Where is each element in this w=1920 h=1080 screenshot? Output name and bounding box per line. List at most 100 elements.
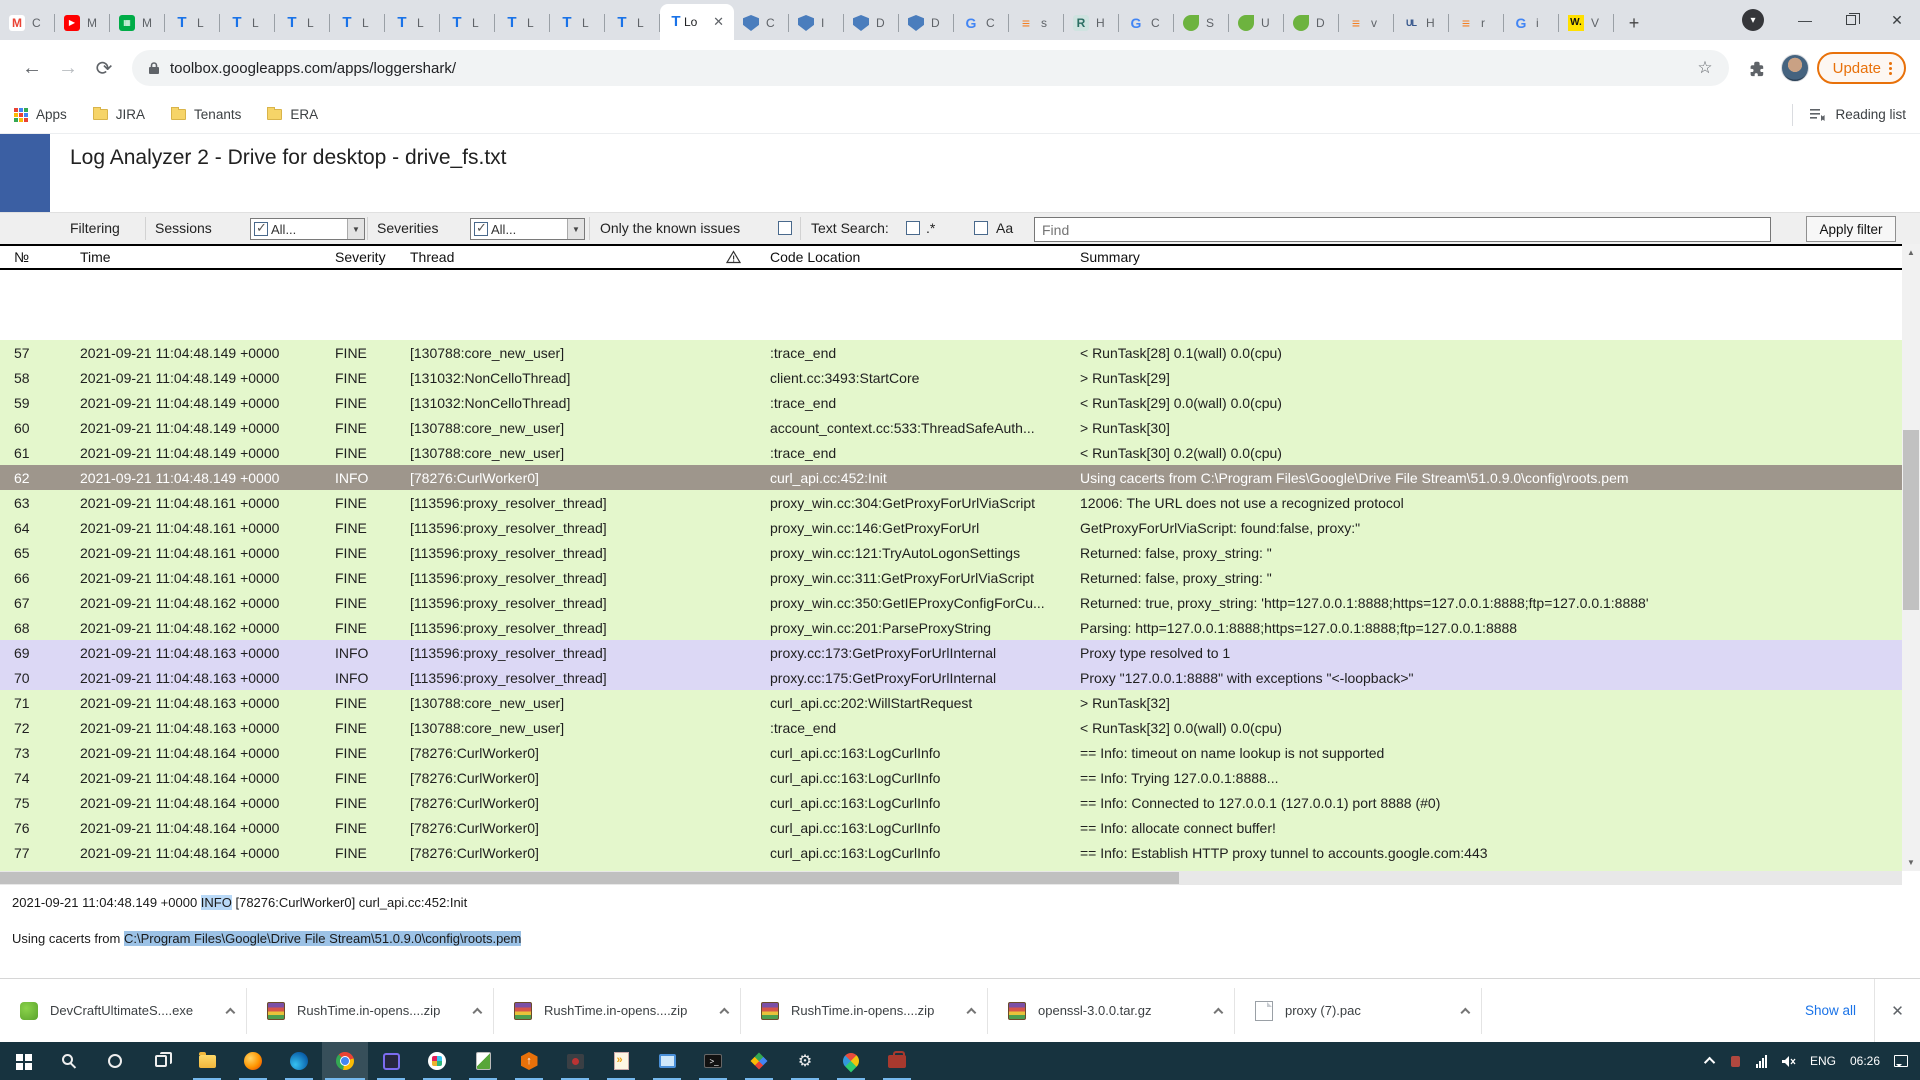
tab-shield[interactable]: C	[734, 6, 789, 40]
tab-toolbox-log[interactable]: T L	[495, 6, 550, 40]
network-icon[interactable]	[1756, 1055, 1767, 1068]
tab-gmail[interactable]: M C	[0, 6, 55, 40]
table-row[interactable]: 62 2021-09-21 11:04:48.149 +0000 INFO [7…	[0, 465, 1902, 490]
tab-toolbox-log[interactable]: T L	[330, 6, 385, 40]
search-input[interactable]	[1034, 217, 1771, 242]
tab-spring[interactable]: U	[1229, 6, 1284, 40]
tab-google[interactable]: G C	[1119, 6, 1174, 40]
reading-list-button[interactable]: Reading list	[1792, 104, 1906, 126]
table-row[interactable]: 74 2021-09-21 11:04:48.164 +0000 FINE [7…	[0, 765, 1902, 790]
browser-menu-icon[interactable]	[1889, 62, 1892, 75]
task-view-button[interactable]	[138, 1042, 184, 1080]
tab-shield[interactable]: I	[789, 6, 844, 40]
tab-toolbox-log[interactable]: T L	[440, 6, 495, 40]
tab-ul[interactable]: UL H	[1394, 6, 1449, 40]
tab-toolbox-log[interactable]: T L	[550, 6, 605, 40]
tab-google[interactable]: G C	[954, 6, 1009, 40]
tab-spring[interactable]: D	[1284, 6, 1339, 40]
column-header-time[interactable]: Time	[80, 249, 335, 265]
table-row[interactable]: 57 2021-09-21 11:04:48.149 +0000 FINE [1…	[0, 340, 1902, 365]
regex-checkbox[interactable]	[906, 221, 920, 235]
sessions-all-checkbox[interactable]	[254, 222, 268, 236]
diamond-app-icon[interactable]	[736, 1042, 782, 1080]
tab-w[interactable]: W. V	[1559, 6, 1614, 40]
column-header-summary[interactable]: Summary	[1080, 249, 1902, 265]
apply-filter-button[interactable]: Apply filter	[1806, 216, 1896, 242]
paint-app-icon[interactable]	[828, 1042, 874, 1080]
chevron-down-icon[interactable]: ▼	[347, 219, 364, 239]
lock-icon[interactable]	[148, 61, 160, 75]
known-issues-checkbox[interactable]	[778, 221, 792, 235]
table-row[interactable]: 68 2021-09-21 11:04:48.162 +0000 FINE [1…	[0, 615, 1902, 640]
column-header-warning[interactable]	[726, 250, 770, 264]
severities-all-checkbox[interactable]	[474, 222, 488, 236]
back-button[interactable]: ←	[14, 50, 50, 86]
tab-spring[interactable]: S	[1174, 6, 1229, 40]
new-tab-button[interactable]: +	[1620, 9, 1648, 37]
address-bar[interactable]: toolbox.googleapps.com/apps/loggershark/…	[132, 50, 1729, 86]
cortana-button[interactable]	[92, 1042, 138, 1080]
horizontal-scrollbar[interactable]	[0, 871, 1902, 885]
camera-app-icon[interactable]	[552, 1042, 598, 1080]
start-button[interactable]	[0, 1042, 46, 1080]
close-button[interactable]: ✕	[1874, 0, 1920, 40]
table-row[interactable]: 73 2021-09-21 11:04:48.164 +0000 FINE [7…	[0, 740, 1902, 765]
tab-toolbox-log[interactable]: T L	[275, 6, 330, 40]
tab-close-icon[interactable]: ✕	[711, 14, 726, 30]
table-row[interactable]: 77 2021-09-21 11:04:48.164 +0000 FINE [7…	[0, 840, 1902, 865]
table-row[interactable]: 60 2021-09-21 11:04:48.149 +0000 FINE [1…	[0, 415, 1902, 440]
settings-icon[interactable]: ⚙	[782, 1042, 828, 1080]
scrollbar-thumb[interactable]	[0, 872, 1179, 884]
tab-youtube[interactable]: ▶ M	[55, 6, 110, 40]
hidden-icons-chevron[interactable]	[1704, 1057, 1715, 1068]
table-row[interactable]: 58 2021-09-21 11:04:48.149 +0000 FINE [1…	[0, 365, 1902, 390]
tab-stackoverflow[interactable]: ≡ v	[1339, 6, 1394, 40]
tab-meet[interactable]: ▦ M	[110, 6, 165, 40]
restore-button[interactable]	[1828, 0, 1874, 40]
download-devcraft-exe[interactable]: DevCraftUltimateS....exe	[10, 988, 247, 1034]
tab-stackoverflow[interactable]: ≡ r	[1449, 6, 1504, 40]
table-row[interactable]: 63 2021-09-21 11:04:48.161 +0000 FINE [1…	[0, 490, 1902, 515]
tab-toolbox-log[interactable]: T L	[605, 6, 660, 40]
firefox-icon[interactable]	[230, 1042, 276, 1080]
file-explorer-icon[interactable]	[184, 1042, 230, 1080]
scroll-up-arrow[interactable]: ▲	[1902, 244, 1920, 261]
toolbox-app-icon[interactable]	[874, 1042, 920, 1080]
table-row[interactable]: 61 2021-09-21 11:04:48.149 +0000 FINE [1…	[0, 440, 1902, 465]
match-case-checkbox[interactable]	[974, 221, 988, 235]
bookmark-folder-era[interactable]: ERA	[267, 107, 318, 122]
show-all-button[interactable]: Show all	[1787, 993, 1874, 1028]
scrollbar-thumb[interactable]	[1903, 430, 1919, 610]
tab-r[interactable]: R H	[1064, 6, 1119, 40]
table-row[interactable]: 59 2021-09-21 11:04:48.149 +0000 FINE [1…	[0, 390, 1902, 415]
table-row[interactable]: 64 2021-09-21 11:04:48.161 +0000 FINE [1…	[0, 515, 1902, 540]
language-indicator[interactable]: ENG	[1810, 1054, 1836, 1068]
sessions-dropdown[interactable]: All... ▼	[250, 218, 365, 240]
terminal-icon[interactable]: >_	[690, 1042, 736, 1080]
download-proxy-pac[interactable]: proxy (7).pac	[1245, 988, 1482, 1034]
table-row[interactable]: 65 2021-09-21 11:04:48.161 +0000 FINE [1…	[0, 540, 1902, 565]
close-downloads-icon[interactable]: ✕	[1874, 979, 1920, 1042]
download-openssl-targz[interactable]: openssl-3.0.0.tar.gz	[998, 988, 1235, 1034]
tab-search-button[interactable]: ▾	[1742, 9, 1764, 31]
bookmark-folder-jira[interactable]: JIRA	[93, 107, 145, 122]
log-detail-pane[interactable]: 2021-09-21 11:04:48.149 +0000 INFO [7827…	[0, 885, 1920, 978]
ide-app-icon[interactable]	[368, 1042, 414, 1080]
minimize-button[interactable]: —	[1782, 0, 1828, 40]
tab-google[interactable]: G i	[1504, 6, 1559, 40]
table-row[interactable]: 75 2021-09-21 11:04:48.164 +0000 FINE [7…	[0, 790, 1902, 815]
tab-shield[interactable]: D	[844, 6, 899, 40]
clock[interactable]: 06:26	[1850, 1054, 1880, 1068]
scroll-down-arrow[interactable]: ▼	[1902, 854, 1920, 871]
transfer-app-icon[interactable]	[598, 1042, 644, 1080]
download-rushtime-zip[interactable]: RushTime.in-opens....zip	[751, 988, 988, 1034]
table-row[interactable]: 66 2021-09-21 11:04:48.161 +0000 FINE [1…	[0, 565, 1902, 590]
column-header-thread[interactable]: Thread	[410, 249, 726, 265]
profile-avatar[interactable]	[1781, 54, 1809, 82]
tab-stackoverflow[interactable]: ≡ s	[1009, 6, 1064, 40]
bookmark-apps[interactable]: Apps	[14, 107, 67, 122]
tab-shield[interactable]: D	[899, 6, 954, 40]
refresh-button[interactable]: ⟳	[86, 50, 122, 86]
slack-icon[interactable]	[414, 1042, 460, 1080]
tab-toolbox-log[interactable]: T L	[165, 6, 220, 40]
